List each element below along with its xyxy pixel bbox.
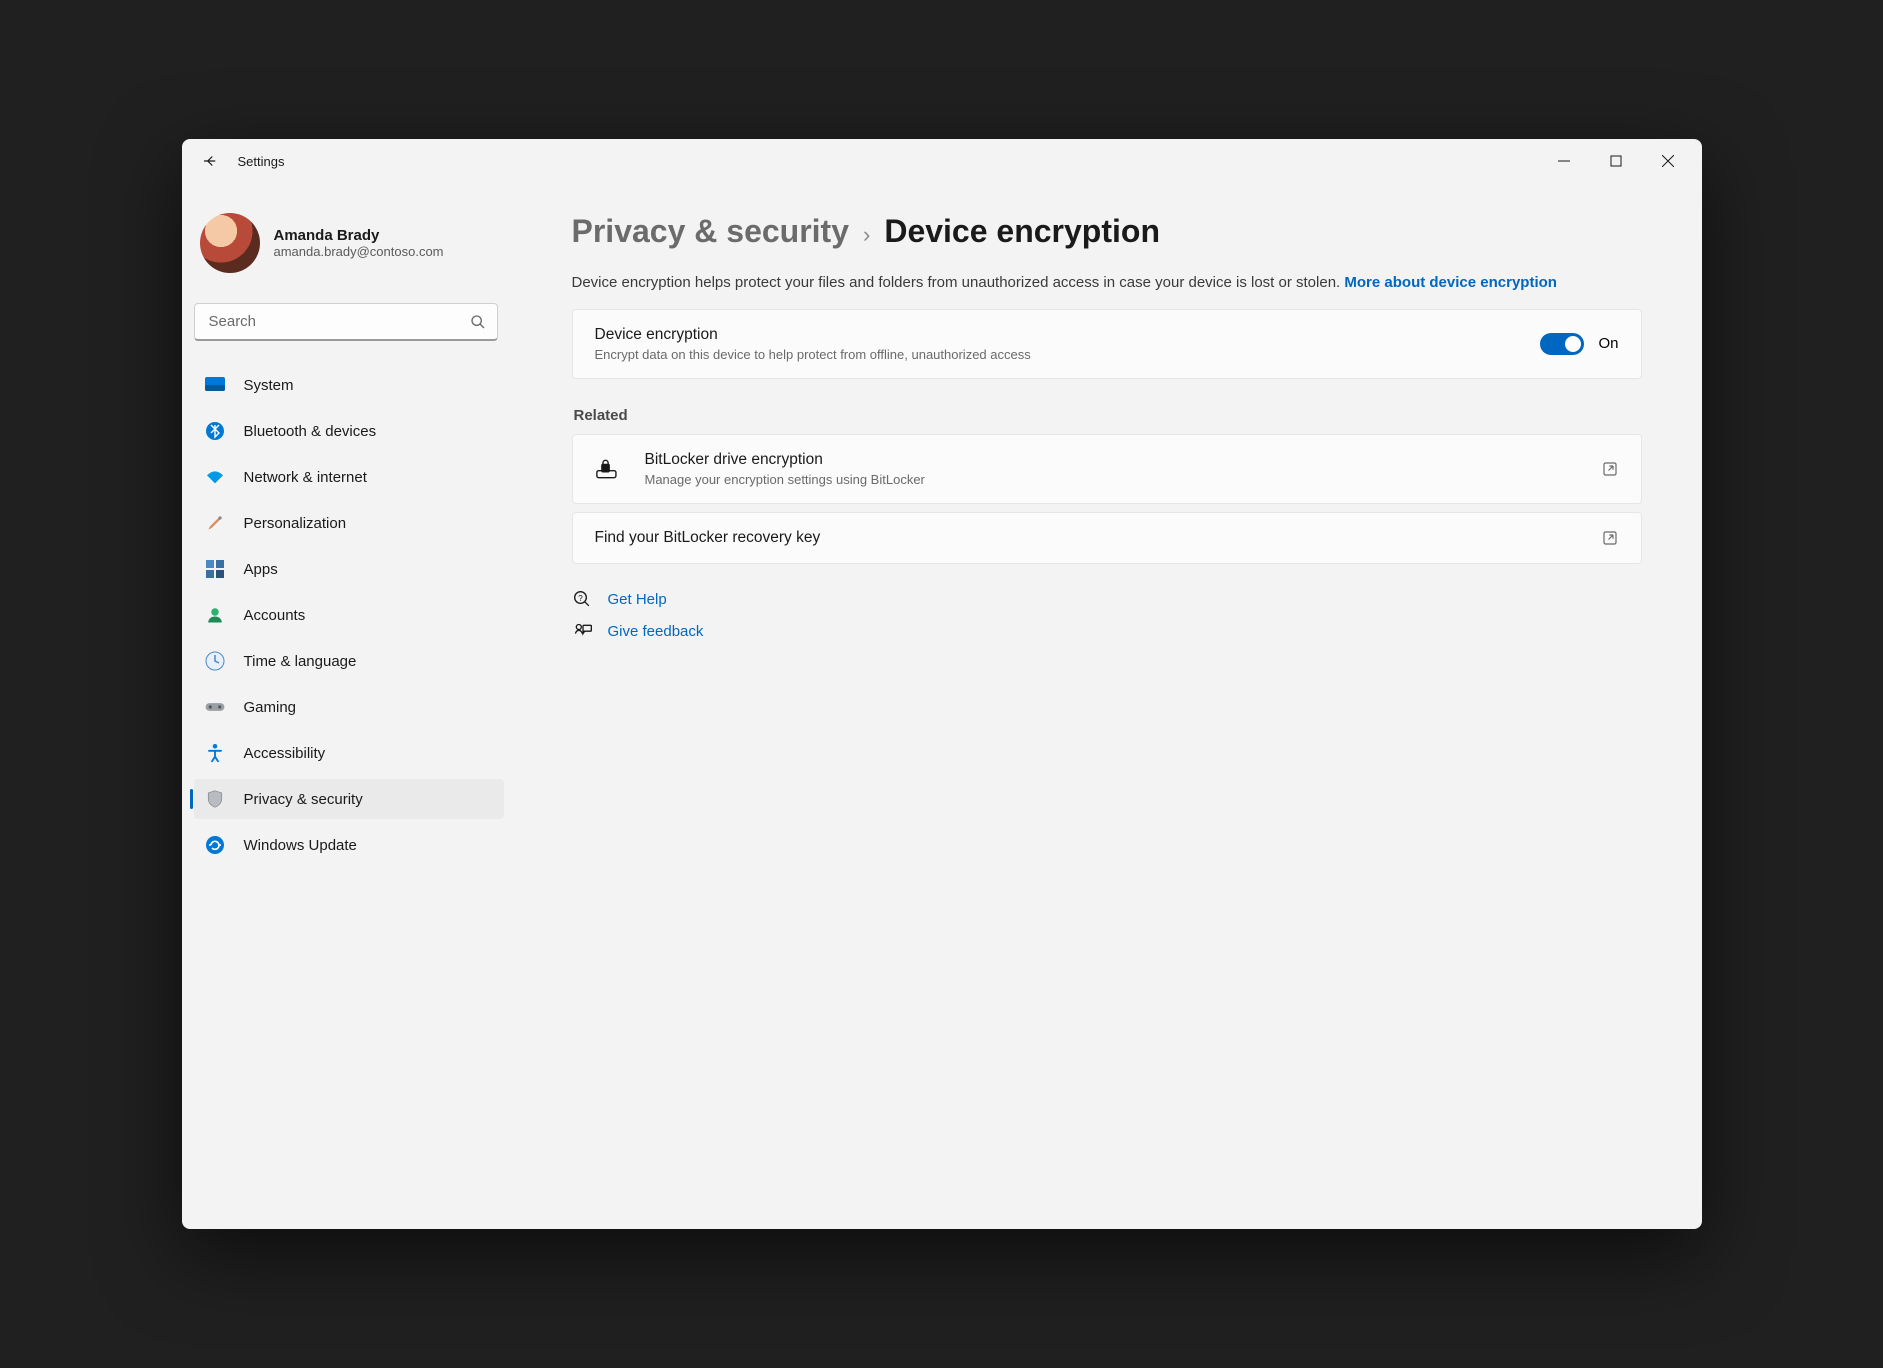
sidebar-item-time-language[interactable]: Time & language (194, 641, 504, 681)
settings-window: Settings Amanda Brady amanda.brady@conto… (182, 139, 1702, 1229)
maximize-icon (1610, 155, 1622, 167)
sidebar-item-label: Gaming (244, 699, 297, 716)
sidebar-item-bluetooth[interactable]: Bluetooth & devices (194, 411, 504, 451)
chevron-right-icon: › (863, 222, 870, 248)
toggle-state-label: On (1598, 335, 1618, 352)
clock-globe-icon (204, 650, 226, 672)
sidebar-item-label: Accessibility (244, 745, 326, 762)
window-title: Settings (238, 154, 285, 169)
back-button[interactable] (190, 141, 230, 181)
breadcrumb: Privacy & security › Device encryption (572, 213, 1642, 250)
avatar (200, 213, 260, 273)
profile-email: amanda.brady@contoso.com (274, 244, 444, 259)
give-feedback-link[interactable]: Give feedback (572, 622, 1642, 642)
page-title: Device encryption (884, 213, 1160, 250)
sidebar-item-apps[interactable]: Apps (194, 549, 504, 589)
card-title: BitLocker drive encryption (645, 451, 1579, 469)
lock-drive-icon (595, 458, 623, 480)
sidebar-item-gaming[interactable]: Gaming (194, 687, 504, 727)
bitlocker-card[interactable]: BitLocker drive encryption Manage your e… (572, 434, 1642, 504)
page-description: Device encryption helps protect your fil… (572, 272, 1582, 295)
feedback-icon (572, 622, 594, 642)
open-external-icon (1601, 529, 1619, 547)
sidebar-item-accounts[interactable]: Accounts (194, 595, 504, 635)
sidebar-item-label: Accounts (244, 607, 306, 624)
sidebar-item-windows-update[interactable]: Windows Update (194, 825, 504, 865)
help-icon: ? (572, 590, 594, 610)
system-icon (204, 374, 226, 396)
device-encryption-card: Device encryption Encrypt data on this d… (572, 309, 1642, 379)
card-subtitle: Manage your encryption settings using Bi… (645, 472, 1579, 487)
sidebar-item-label: Personalization (244, 515, 347, 532)
sidebar-item-label: Privacy & security (244, 791, 363, 808)
bluetooth-icon (204, 420, 226, 442)
person-icon (204, 604, 226, 626)
sidebar-item-privacy-security[interactable]: Privacy & security (194, 779, 504, 819)
card-subtitle: Encrypt data on this device to help prot… (595, 347, 1519, 362)
svg-text:?: ? (578, 592, 583, 602)
search-box[interactable] (194, 303, 498, 341)
search-input[interactable] (194, 303, 498, 341)
sidebar-item-label: Bluetooth & devices (244, 423, 377, 440)
profile-name: Amanda Brady (274, 227, 444, 244)
link-label: Get Help (608, 591, 667, 608)
shield-icon (204, 788, 226, 810)
apps-icon (204, 558, 226, 580)
recovery-key-card[interactable]: Find your BitLocker recovery key (572, 512, 1642, 564)
sidebar-item-label: Apps (244, 561, 278, 578)
gamepad-icon (204, 696, 226, 718)
get-help-link[interactable]: ? Get Help (572, 590, 1642, 610)
encryption-toggle[interactable] (1540, 333, 1584, 355)
sidebar-item-label: System (244, 377, 294, 394)
search-icon (470, 314, 486, 330)
sidebar-item-label: Time & language (244, 653, 357, 670)
maximize-button[interactable] (1590, 141, 1642, 181)
sidebar: Amanda Brady amanda.brady@contoso.com Sy… (182, 183, 512, 1229)
main-content: Privacy & security › Device encryption D… (512, 183, 1702, 1229)
titlebar: Settings (182, 139, 1702, 183)
card-title: Find your BitLocker recovery key (595, 529, 1579, 547)
sidebar-item-label: Network & internet (244, 469, 367, 486)
sidebar-item-label: Windows Update (244, 837, 357, 854)
wifi-icon (204, 466, 226, 488)
close-icon (1662, 155, 1674, 167)
link-label: Give feedback (608, 623, 704, 640)
breadcrumb-parent[interactable]: Privacy & security (572, 213, 850, 250)
paintbrush-icon (204, 512, 226, 534)
more-about-link[interactable]: More about device encryption (1344, 274, 1557, 291)
profile-block[interactable]: Amanda Brady amanda.brady@contoso.com (194, 195, 504, 291)
minimize-button[interactable] (1538, 141, 1590, 181)
open-external-icon (1601, 460, 1619, 478)
update-icon (204, 834, 226, 856)
accessibility-icon (204, 742, 226, 764)
card-title: Device encryption (595, 326, 1519, 344)
sidebar-item-personalization[interactable]: Personalization (194, 503, 504, 543)
arrow-left-icon (201, 152, 219, 170)
minimize-icon (1558, 155, 1570, 167)
close-button[interactable] (1642, 141, 1694, 181)
sidebar-item-network[interactable]: Network & internet (194, 457, 504, 497)
related-heading: Related (574, 407, 1642, 424)
sidebar-item-accessibility[interactable]: Accessibility (194, 733, 504, 773)
sidebar-item-system[interactable]: System (194, 365, 504, 405)
